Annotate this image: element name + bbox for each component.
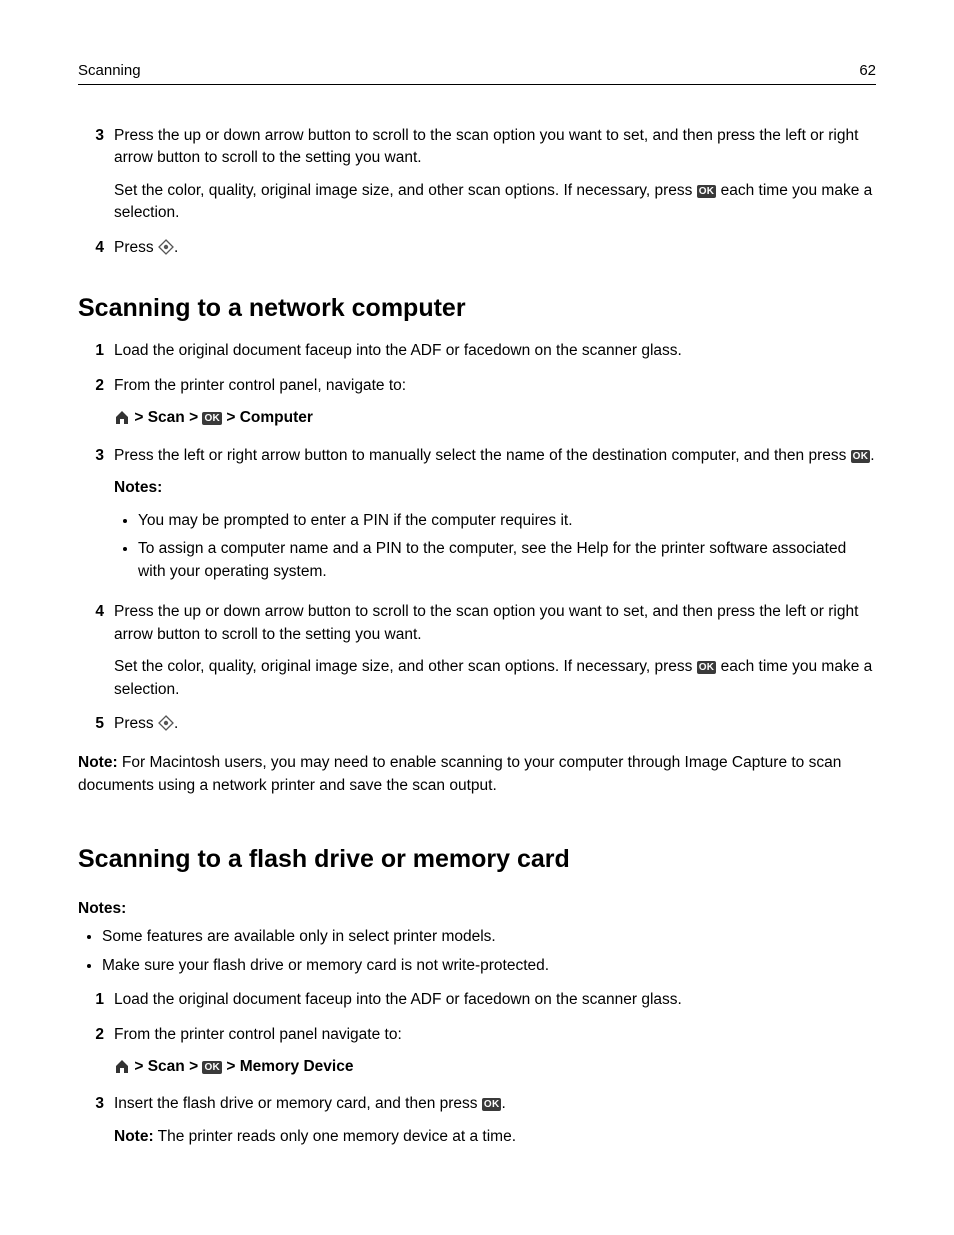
step-body: Press the up or down arrow button to scr… bbox=[114, 125, 876, 225]
ok-icon: OK bbox=[697, 661, 717, 674]
step-text: Insert the flash drive or memory card, a… bbox=[114, 1093, 876, 1115]
step-body: Press . bbox=[114, 237, 876, 262]
step-text: Set the color, quality, original image s… bbox=[114, 180, 876, 225]
nav-item: Scan bbox=[148, 409, 185, 426]
home-icon bbox=[114, 410, 130, 432]
nav-path: > Scan > OK > Computer bbox=[114, 407, 876, 432]
notes-label: Notes: bbox=[114, 477, 876, 499]
step: 3 Press the up or down arrow button to s… bbox=[78, 125, 876, 225]
note-item: Some features are available only in sele… bbox=[102, 926, 876, 948]
notes-label: Notes: bbox=[78, 898, 876, 920]
network-steps: 1 Load the original document faceup into… bbox=[78, 340, 876, 738]
nav-item: Computer bbox=[240, 409, 313, 426]
step: 3 Press the left or right arrow button t… bbox=[78, 445, 876, 589]
step-number: 2 bbox=[78, 375, 114, 433]
step-text: From the printer control panel navigate … bbox=[114, 1024, 876, 1046]
step-number: 4 bbox=[78, 237, 114, 262]
note-text: For Macintosh users, you may need to ena… bbox=[78, 754, 841, 793]
notes-list: Some features are available only in sele… bbox=[78, 926, 876, 977]
flash-steps: 1 Load the original document faceup into… bbox=[78, 989, 876, 1148]
step: 2 From the printer control panel, naviga… bbox=[78, 375, 876, 433]
nav-item: Scan bbox=[148, 1058, 185, 1075]
step-text: Load the original document faceup into t… bbox=[114, 989, 876, 1011]
note-paragraph: Note: For Macintosh users, you may need … bbox=[78, 752, 876, 797]
nav-item: Memory Device bbox=[240, 1058, 354, 1075]
note-item: Make sure your flash drive or memory car… bbox=[102, 955, 876, 977]
step-number: 5 bbox=[78, 713, 114, 738]
home-icon bbox=[114, 1059, 130, 1081]
step-number: 4 bbox=[78, 601, 114, 701]
step: 4 Press the up or down arrow button to s… bbox=[78, 601, 876, 701]
ok-icon: OK bbox=[202, 1061, 222, 1074]
note-label: Note: bbox=[78, 754, 118, 771]
step-text: Set the color, quality, original image s… bbox=[114, 656, 876, 701]
step-text: Press . bbox=[114, 237, 876, 262]
page-header: Scanning 62 bbox=[78, 60, 876, 85]
ok-icon: OK bbox=[202, 412, 222, 425]
step-number: 1 bbox=[78, 989, 114, 1011]
step-body: Load the original document faceup into t… bbox=[114, 989, 876, 1011]
step: 2 From the printer control panel navigat… bbox=[78, 1024, 876, 1082]
step-text: Press the up or down arrow button to scr… bbox=[114, 125, 876, 170]
notes-list: You may be prompted to enter a PIN if th… bbox=[114, 510, 876, 583]
step: 5 Press . bbox=[78, 713, 876, 738]
heading-scan-flash: Scanning to a flash drive or memory card bbox=[78, 841, 876, 877]
start-diamond-icon bbox=[158, 715, 174, 738]
step-body: Insert the flash drive or memory card, a… bbox=[114, 1093, 876, 1148]
step: 1 Load the original document faceup into… bbox=[78, 989, 876, 1011]
step-text: Press the left or right arrow button to … bbox=[114, 445, 876, 467]
step-body: Press . bbox=[114, 713, 876, 738]
step-text: From the printer control panel, navigate… bbox=[114, 375, 876, 397]
step-body: Press the left or right arrow button to … bbox=[114, 445, 876, 589]
step-text: Load the original document faceup into t… bbox=[114, 340, 876, 362]
section-name: Scanning bbox=[78, 60, 141, 82]
note-item: You may be prompted to enter a PIN if th… bbox=[138, 510, 876, 532]
ok-icon: OK bbox=[851, 450, 871, 463]
step-body: Load the original document faceup into t… bbox=[114, 340, 876, 362]
step-number: 1 bbox=[78, 340, 114, 362]
ok-icon: OK bbox=[697, 185, 717, 198]
pre-steps: 3 Press the up or down arrow button to s… bbox=[78, 125, 876, 262]
note-text: The printer reads only one memory device… bbox=[154, 1128, 516, 1145]
step-number: 3 bbox=[78, 445, 114, 589]
step-text: Press . bbox=[114, 713, 876, 738]
step: 3 Insert the flash drive or memory card,… bbox=[78, 1093, 876, 1148]
page-number: 62 bbox=[859, 60, 876, 82]
step-number: 2 bbox=[78, 1024, 114, 1082]
step: 1 Load the original document faceup into… bbox=[78, 340, 876, 362]
step-body: From the printer control panel, navigate… bbox=[114, 375, 876, 433]
step-note: Note: The printer reads only one memory … bbox=[114, 1126, 876, 1148]
start-diamond-icon bbox=[158, 239, 174, 262]
step: 4 Press . bbox=[78, 237, 876, 262]
nav-path: > Scan > OK > Memory Device bbox=[114, 1056, 876, 1081]
heading-scan-network: Scanning to a network computer bbox=[78, 290, 876, 326]
note-item: To assign a computer name and a PIN to t… bbox=[138, 538, 876, 583]
step-number: 3 bbox=[78, 125, 114, 225]
step-number: 3 bbox=[78, 1093, 114, 1148]
note-label: Note: bbox=[114, 1128, 154, 1145]
step-body: Press the up or down arrow button to scr… bbox=[114, 601, 876, 701]
step-body: From the printer control panel navigate … bbox=[114, 1024, 876, 1082]
step-text: Press the up or down arrow button to scr… bbox=[114, 601, 876, 646]
ok-icon: OK bbox=[482, 1098, 502, 1111]
